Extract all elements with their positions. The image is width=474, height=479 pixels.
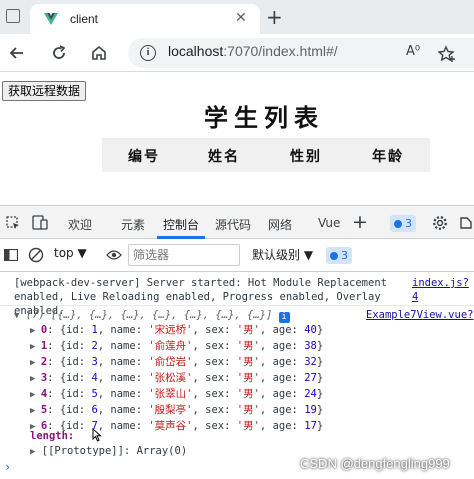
array-log-line[interactable]: ▼ (7) [{…}, {…}, {…}, {…}, {…}, {…}, {…}… [14,308,290,323]
header-age: 年龄 [372,149,404,165]
log-level-select[interactable]: 默认级别 ▼ [252,246,313,263]
devtools-tab-welcome[interactable]: 欢迎 [68,216,92,233]
chevron-down-icon: ▼ [303,248,314,262]
tab-actions-icon[interactable] [6,9,20,23]
favorites-add-icon[interactable] [438,45,456,63]
header-name: 姓名 [208,149,240,165]
context-select[interactable]: top ▼ [54,246,87,260]
devtools-tab-vue[interactable]: Vue [318,216,340,230]
read-aloud-icon[interactable]: A⁰ [406,44,420,59]
expand-triangle-icon[interactable]: ▼ [14,311,19,321]
issues-badge[interactable]: 3 [390,215,416,232]
length-property: length: [30,430,75,442]
collapse-triangle-icon[interactable]: ▶ [30,358,41,368]
console-toolbar: top ▼ 默认级别 ▼ 3 [0,239,474,272]
array-item-row[interactable]: ▶ 0: {id: 1, name: '宋远桥', sex: '男', age:… [30,323,323,339]
new-tab-button[interactable]: + [266,5,283,29]
console-output: [webpack-dev-server] Server started: Hot… [0,272,474,479]
collapse-triangle-icon[interactable]: ▶ [30,447,35,457]
device-toolbar-icon[interactable] [32,215,48,230]
more-tabs-plus-icon[interactable]: + [352,211,368,233]
page-title: 学生列表 [204,103,324,132]
devtools-tab-network[interactable]: 网络 [268,216,292,233]
level-messages-badge[interactable]: 3 [326,247,352,264]
page-content: 获取远程数据 学生列表 编号 姓名 性别 年龄 [0,72,474,205]
devtools-tab-console[interactable]: 控制台 [163,216,199,233]
console-prompt-icon[interactable]: › [4,460,11,474]
array-item-row[interactable]: ▶ 2: {id: 3, name: '俞岱岩', sex: '男', age:… [30,355,323,371]
home-icon[interactable] [90,44,108,62]
devtools-tab-sources[interactable]: 源代码 [215,216,251,233]
reload-icon[interactable] [50,44,68,62]
array-source-link[interactable]: Example7View.vue? [366,308,473,322]
collapse-triangle-icon[interactable]: ▶ [30,326,41,336]
tab-title: client [70,12,99,26]
info-square-icon: i [278,312,290,323]
array-items: ▶ 0: {id: 1, name: '宋远桥', sex: '男', age:… [30,323,323,435]
clear-console-icon[interactable] [28,247,44,263]
messages-dot-icon [330,252,338,260]
mouse-cursor-icon [92,428,102,442]
console-separator [0,305,474,306]
array-item-row[interactable]: ▶ 5: {id: 6, name: '殷梨亭', sex: '男', age:… [30,403,323,419]
student-table-header: 编号 姓名 性别 年龄 [102,138,430,172]
console-filter-input[interactable] [128,244,240,266]
collapse-triangle-icon[interactable]: ▶ [30,374,41,384]
log-source-link[interactable]: index.js?4 [412,276,474,304]
array-item-row[interactable]: ▶ 1: {id: 2, name: '俞莲舟', sex: '男', age:… [30,339,323,355]
info-icon[interactable]: i [140,45,156,61]
toggle-sidebar-icon[interactable] [4,249,18,261]
customize-icon[interactable] [458,215,474,231]
address-bar[interactable]: i localhost:7070/index.html#/ A⁰ [128,38,474,68]
inspect-element-icon[interactable] [6,216,20,230]
browser-tab[interactable]: client ✕ [30,4,260,34]
tab-close-icon[interactable]: ✕ [235,10,247,26]
gear-icon[interactable] [432,215,448,231]
array-item-row[interactable]: ▶ 4: {id: 5, name: '张翠山', sex: '男', age:… [30,387,323,403]
collapse-triangle-icon[interactable]: ▶ [30,406,41,416]
live-expression-eye-icon[interactable] [106,249,122,261]
csdn-watermark: CSDN @dengfengling999 [300,456,450,471]
devtools-tab-elements[interactable]: 元素 [121,216,145,233]
prototype-property[interactable]: ▶ [[Prototype]]: Array(0) [30,444,187,459]
issues-dot-icon [394,220,402,228]
collapse-triangle-icon[interactable]: ▶ [30,342,41,352]
header-sex: 性别 [290,149,322,165]
array-item-row[interactable]: ▶ 3: {id: 4, name: '张松溪', sex: '男', age:… [30,371,323,387]
url-text: localhost:7070/index.html#/ [168,43,338,59]
browser-tab-bar: client ✕ + [0,0,474,34]
header-id: 编号 [128,149,160,165]
chevron-down-icon: ▼ [77,246,87,260]
address-toolbar: i localhost:7070/index.html#/ A⁰ [0,34,474,72]
fetch-remote-data-button[interactable]: 获取远程数据 [2,81,87,101]
vue-logo-icon [44,13,58,25]
array-preview: (7) [{…}, {…}, {…}, {…}, {…}, {…}, {…}] [25,309,273,321]
back-arrow-icon[interactable] [8,44,26,62]
devtools-tab-strip: 欢迎 元素 控制台 源代码 网络 Vue + 3 [0,205,474,239]
collapse-triangle-icon[interactable]: ▶ [30,390,41,400]
